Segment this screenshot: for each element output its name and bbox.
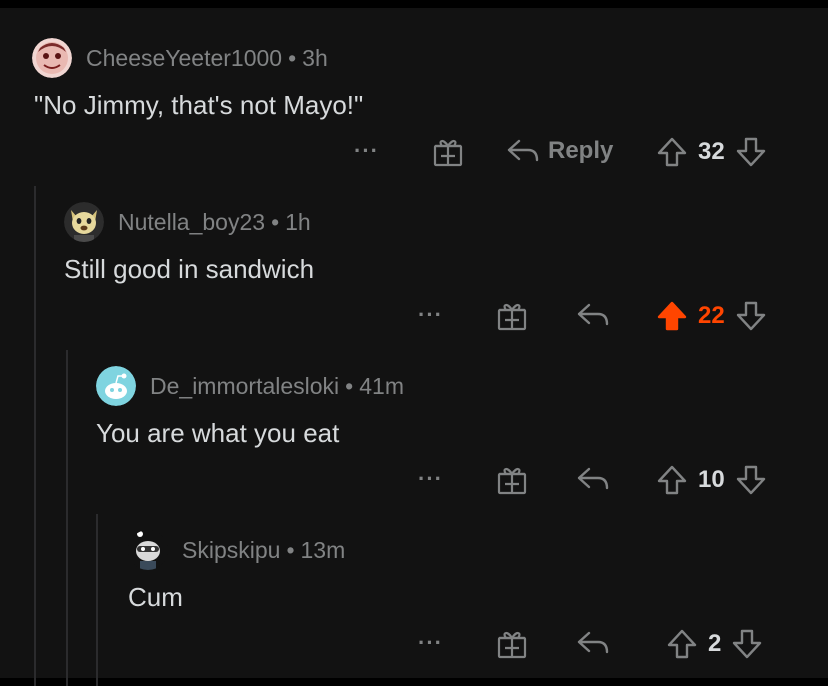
username[interactable]: Skipskipu [182, 537, 280, 563]
comment-header: De_immortalesloki • 41m [96, 366, 404, 406]
award-button[interactable] [496, 464, 528, 496]
reply-arrow-icon [507, 139, 539, 162]
vote-group: 22 [656, 300, 767, 332]
pink-face-avatar[interactable] [32, 38, 72, 78]
timestamp: 3h [302, 44, 328, 71]
vote-score: 10 [698, 466, 725, 493]
separator-dot: • [286, 536, 295, 563]
gift-icon [497, 304, 527, 331]
vote-score: 22 [698, 302, 725, 329]
reply-button[interactable] [576, 628, 610, 658]
username[interactable]: Nutella_boy23 [118, 209, 265, 235]
upvote-arrow-icon[interactable] [656, 300, 688, 332]
default-snoo-avatar[interactable] [96, 366, 136, 406]
comment-text: Cum [128, 582, 183, 612]
reply-button[interactable] [576, 464, 610, 494]
reply-arrow-icon [577, 631, 609, 654]
vote-group: 32 [656, 136, 767, 168]
separator-dot: • [345, 372, 354, 399]
vote-score: 2 [708, 630, 722, 657]
upvote-arrow-icon[interactable] [666, 628, 698, 660]
snoo-avatar[interactable] [128, 530, 168, 570]
award-button[interactable] [432, 136, 464, 168]
separator-dot: • [288, 44, 297, 71]
award-button[interactable] [496, 300, 528, 332]
comment-text: "No Jimmy, that's not Mayo!" [34, 90, 364, 120]
reply-label: Reply [548, 137, 614, 164]
upvote-arrow-icon[interactable] [656, 136, 688, 168]
comment-header: CheeseYeeter1000 • 3h [32, 38, 328, 78]
gift-icon [497, 632, 527, 659]
thread-line-level-2[interactable] [66, 350, 68, 686]
downvote-arrow-icon[interactable] [735, 136, 767, 168]
award-button[interactable] [496, 628, 528, 660]
vote-score: 32 [698, 138, 725, 165]
vote-group: 10 [656, 464, 767, 496]
more-options-button[interactable]: ··· [418, 304, 443, 326]
gift-icon [433, 140, 463, 167]
comment-header: Nutella_boy23 • 1h [64, 202, 311, 242]
reply-button[interactable]: Reply [506, 136, 613, 166]
username[interactable]: CheeseYeeter1000 [86, 45, 282, 71]
more-options-button[interactable]: ··· [418, 468, 443, 490]
reply-arrow-icon [577, 303, 609, 326]
thread-line-level-1[interactable] [34, 186, 36, 686]
vote-group: 2 [666, 628, 763, 660]
downvote-arrow-icon[interactable] [735, 464, 767, 496]
comment-header: Skipskipu • 13m [128, 530, 345, 570]
comment-text: Still good in sandwich [64, 254, 315, 284]
separator-dot: • [271, 208, 280, 235]
upvote-arrow-icon[interactable] [656, 464, 688, 496]
timestamp: 13m [300, 536, 346, 563]
downvote-arrow-icon[interactable] [731, 628, 763, 660]
more-options-button[interactable]: ··· [354, 140, 379, 162]
reply-button[interactable] [576, 300, 610, 330]
timestamp: 1h [285, 208, 311, 235]
dog-avatar[interactable] [64, 202, 104, 242]
comment-thread: CheeseYeeter1000 • 3h "No Jimmy, that's no… [0, 8, 828, 686]
username[interactable]: De_immortalesloki [150, 373, 339, 399]
comment-text: You are what you eat [96, 418, 340, 448]
gift-icon [497, 468, 527, 495]
more-options-button[interactable]: ··· [418, 632, 443, 654]
downvote-arrow-icon[interactable] [735, 300, 767, 332]
reply-arrow-icon [577, 467, 609, 490]
timestamp: 41m [359, 372, 404, 399]
thread-line-level-3[interactable] [96, 514, 98, 686]
